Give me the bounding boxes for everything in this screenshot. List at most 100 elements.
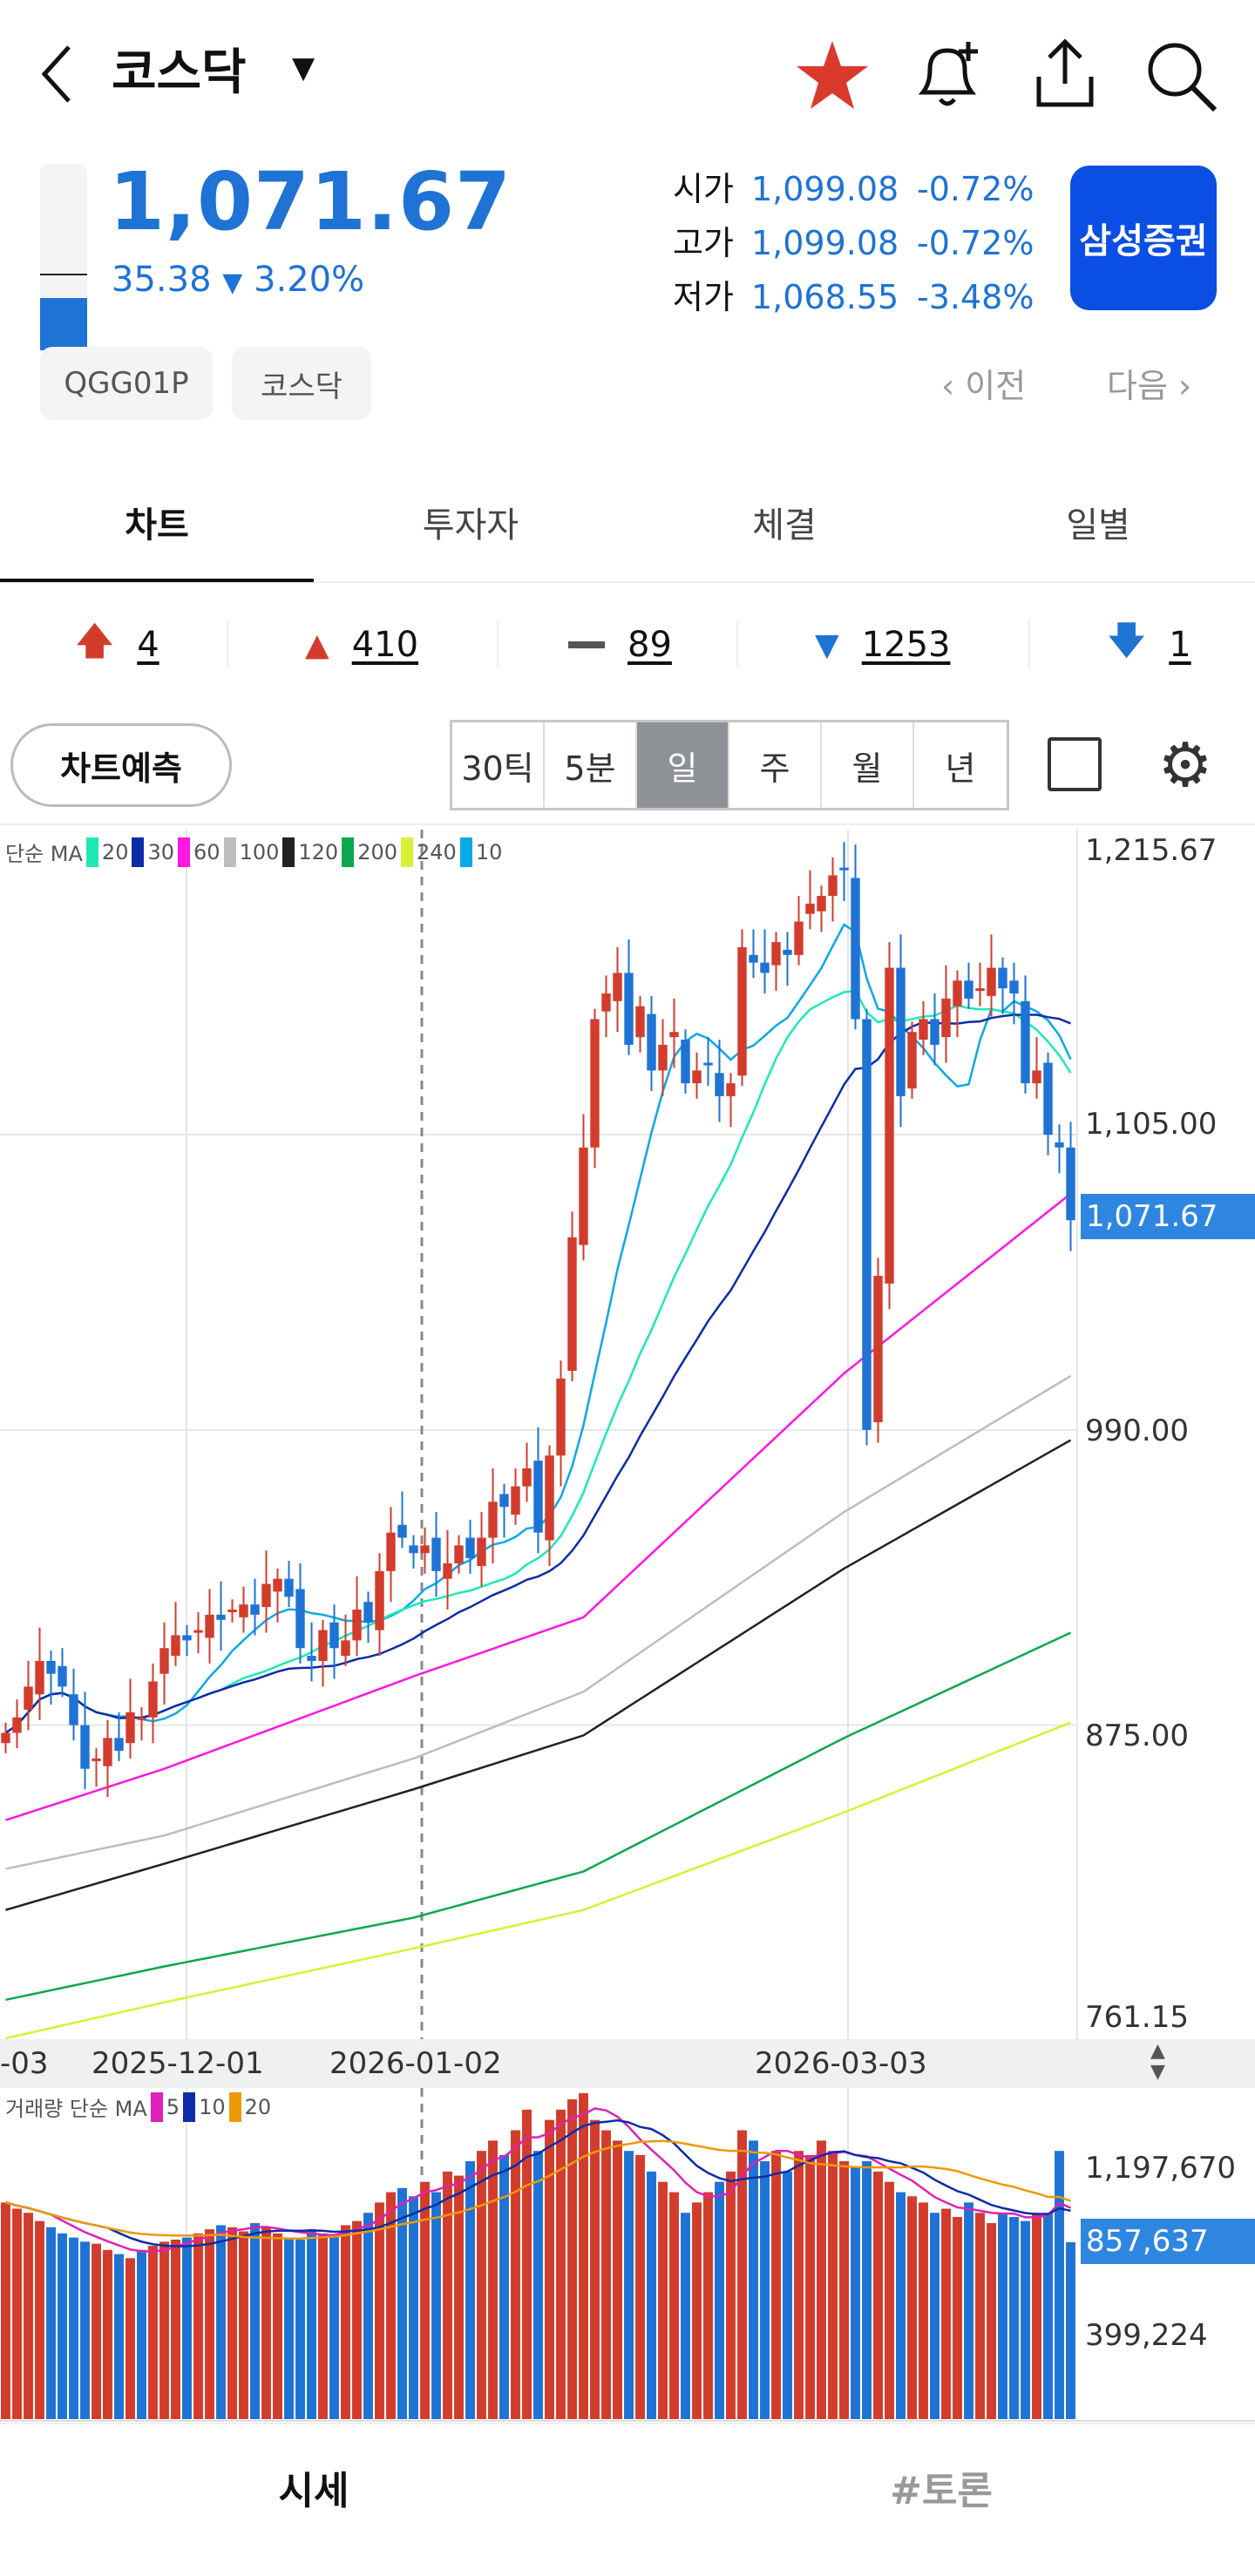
vol-legend-period: 5 [166, 2094, 180, 2119]
search-icon[interactable] [1142, 37, 1220, 115]
down-triangle-icon: ▼ [222, 268, 243, 298]
star-icon[interactable] [795, 39, 870, 112]
chevron-down-icon[interactable]: ▼ [292, 51, 315, 85]
gear-icon[interactable]: ⚙ [1152, 729, 1218, 801]
volume-bar [363, 2213, 373, 2419]
date-label: 2026-01-02 [329, 2046, 502, 2081]
candle-body [80, 1725, 90, 1769]
tab-chart[interactable]: 차트 [0, 462, 314, 582]
candle-body [511, 1486, 520, 1515]
volume-bar [647, 2171, 656, 2419]
volume-bar [352, 2220, 362, 2419]
resize-arrows-icon[interactable]: ▲ ▼ [1150, 2041, 1165, 2083]
ma-legend-period: 60 [193, 839, 220, 864]
next-button[interactable]: 다음 › [1107, 359, 1191, 407]
candle-body [601, 993, 611, 1012]
candle-body [12, 1717, 22, 1733]
volume-bar [613, 2140, 622, 2419]
bottom-nav: 시세 #토론 [0, 2423, 1255, 2576]
share-icon[interactable] [1030, 35, 1100, 113]
period-30tick[interactable]: 30틱 [452, 722, 545, 808]
period-month[interactable]: 월 [822, 722, 914, 808]
back-button[interactable] [26, 35, 87, 113]
candle-body [658, 1044, 668, 1071]
volume-bar [58, 2233, 67, 2419]
price-axis-label: 761.15 [1085, 2000, 1189, 2035]
candle-body [771, 942, 781, 966]
volume-bar [556, 2109, 566, 2419]
dash-icon [568, 641, 605, 648]
volume-bar [953, 2216, 962, 2419]
candle-body [907, 1032, 917, 1089]
candle-body [352, 1610, 362, 1641]
flat-count[interactable]: 89 [568, 610, 672, 680]
volume-bar [171, 2240, 180, 2419]
chart-predict-button[interactable]: 차트예측 [10, 723, 232, 807]
candle-body [567, 1237, 577, 1372]
up-count[interactable]: ▲ 410 [305, 610, 418, 680]
square-icon[interactable] [1048, 737, 1102, 791]
index-title[interactable]: 코스닥 [112, 33, 247, 104]
volume-bar [760, 2161, 770, 2419]
candle-body [726, 1083, 736, 1096]
broker-button[interactable]: 삼성증권 [1070, 166, 1217, 310]
candle-body [975, 988, 985, 992]
period-5min[interactable]: 5분 [545, 722, 637, 808]
candle-body [46, 1660, 56, 1674]
down-count[interactable]: ▼ 1253 [815, 610, 950, 680]
tab-investor[interactable]: 투자자 [314, 462, 628, 582]
price-chart[interactable] [0, 830, 1255, 2039]
volume-bar [261, 2227, 271, 2419]
ma-legend-period: 120 [298, 839, 339, 864]
volume-bar [307, 2229, 316, 2419]
volume-bar [420, 2181, 430, 2419]
period-selector[interactable]: 30틱 5분 일 주 월 년 [450, 720, 1009, 810]
period-week[interactable]: 주 [729, 722, 822, 808]
volume-bar [431, 2192, 441, 2419]
tab-daily[interactable]: 일별 [941, 462, 1255, 582]
volume-bar [318, 2233, 328, 2419]
volume-bar [941, 2208, 951, 2419]
ma-legend-swatch [282, 837, 295, 867]
current-price: 1,071.67 [109, 155, 512, 248]
prev-button[interactable]: ‹ 이전 [941, 359, 1026, 407]
candle-body [375, 1570, 384, 1630]
period-day[interactable]: 일 [637, 722, 729, 808]
candle-body [295, 1589, 305, 1649]
nav-discussion[interactable]: #토론 [628, 2459, 1255, 2515]
volume-bar [715, 2181, 724, 2419]
candle-body [522, 1468, 532, 1487]
period-year[interactable]: 년 [914, 722, 1007, 808]
tab-trades[interactable]: 체결 [628, 462, 941, 582]
current-price-tag: 1,071.67 [1081, 1194, 1255, 1239]
candle-body [715, 1073, 724, 1096]
volume-bar [205, 2229, 214, 2419]
low-label: 저가 [673, 278, 734, 316]
open-pct: -0.72% [917, 170, 1035, 208]
volume-bar [851, 2167, 860, 2419]
code-chip[interactable]: QGG01P [40, 347, 213, 420]
lower-limit-count[interactable]: 🡇 1 [1107, 610, 1191, 680]
nav-quote[interactable]: 시세 [0, 2459, 628, 2515]
volume-bar [975, 2213, 985, 2419]
candle-body [250, 1604, 260, 1615]
upper-limit-count[interactable]: 🡅 4 [75, 610, 159, 680]
bell-plus-icon[interactable] [911, 35, 984, 113]
candle-body [171, 1635, 180, 1657]
volume-bar [69, 2237, 78, 2419]
volume-bar [839, 2161, 849, 2419]
date-axis: -03 2025-12-01 2026-01-02 2026-03-03 ▲ ▼ [0, 2039, 1255, 2088]
candle-body [431, 1537, 441, 1571]
ma-legend-swatch [401, 837, 413, 867]
volume-bar [635, 2154, 645, 2419]
candle-body [692, 1070, 702, 1084]
volume-chart[interactable] [0, 2088, 1255, 2423]
candle-body [1, 1732, 10, 1744]
volume-bar [590, 2119, 600, 2419]
candle-body [126, 1712, 135, 1744]
volume-bar [669, 2192, 679, 2419]
candle-body [953, 980, 962, 1007]
candle-body [1043, 1062, 1053, 1135]
market-chip[interactable]: 코스닥 [232, 347, 371, 420]
volume-bar [726, 2171, 736, 2419]
